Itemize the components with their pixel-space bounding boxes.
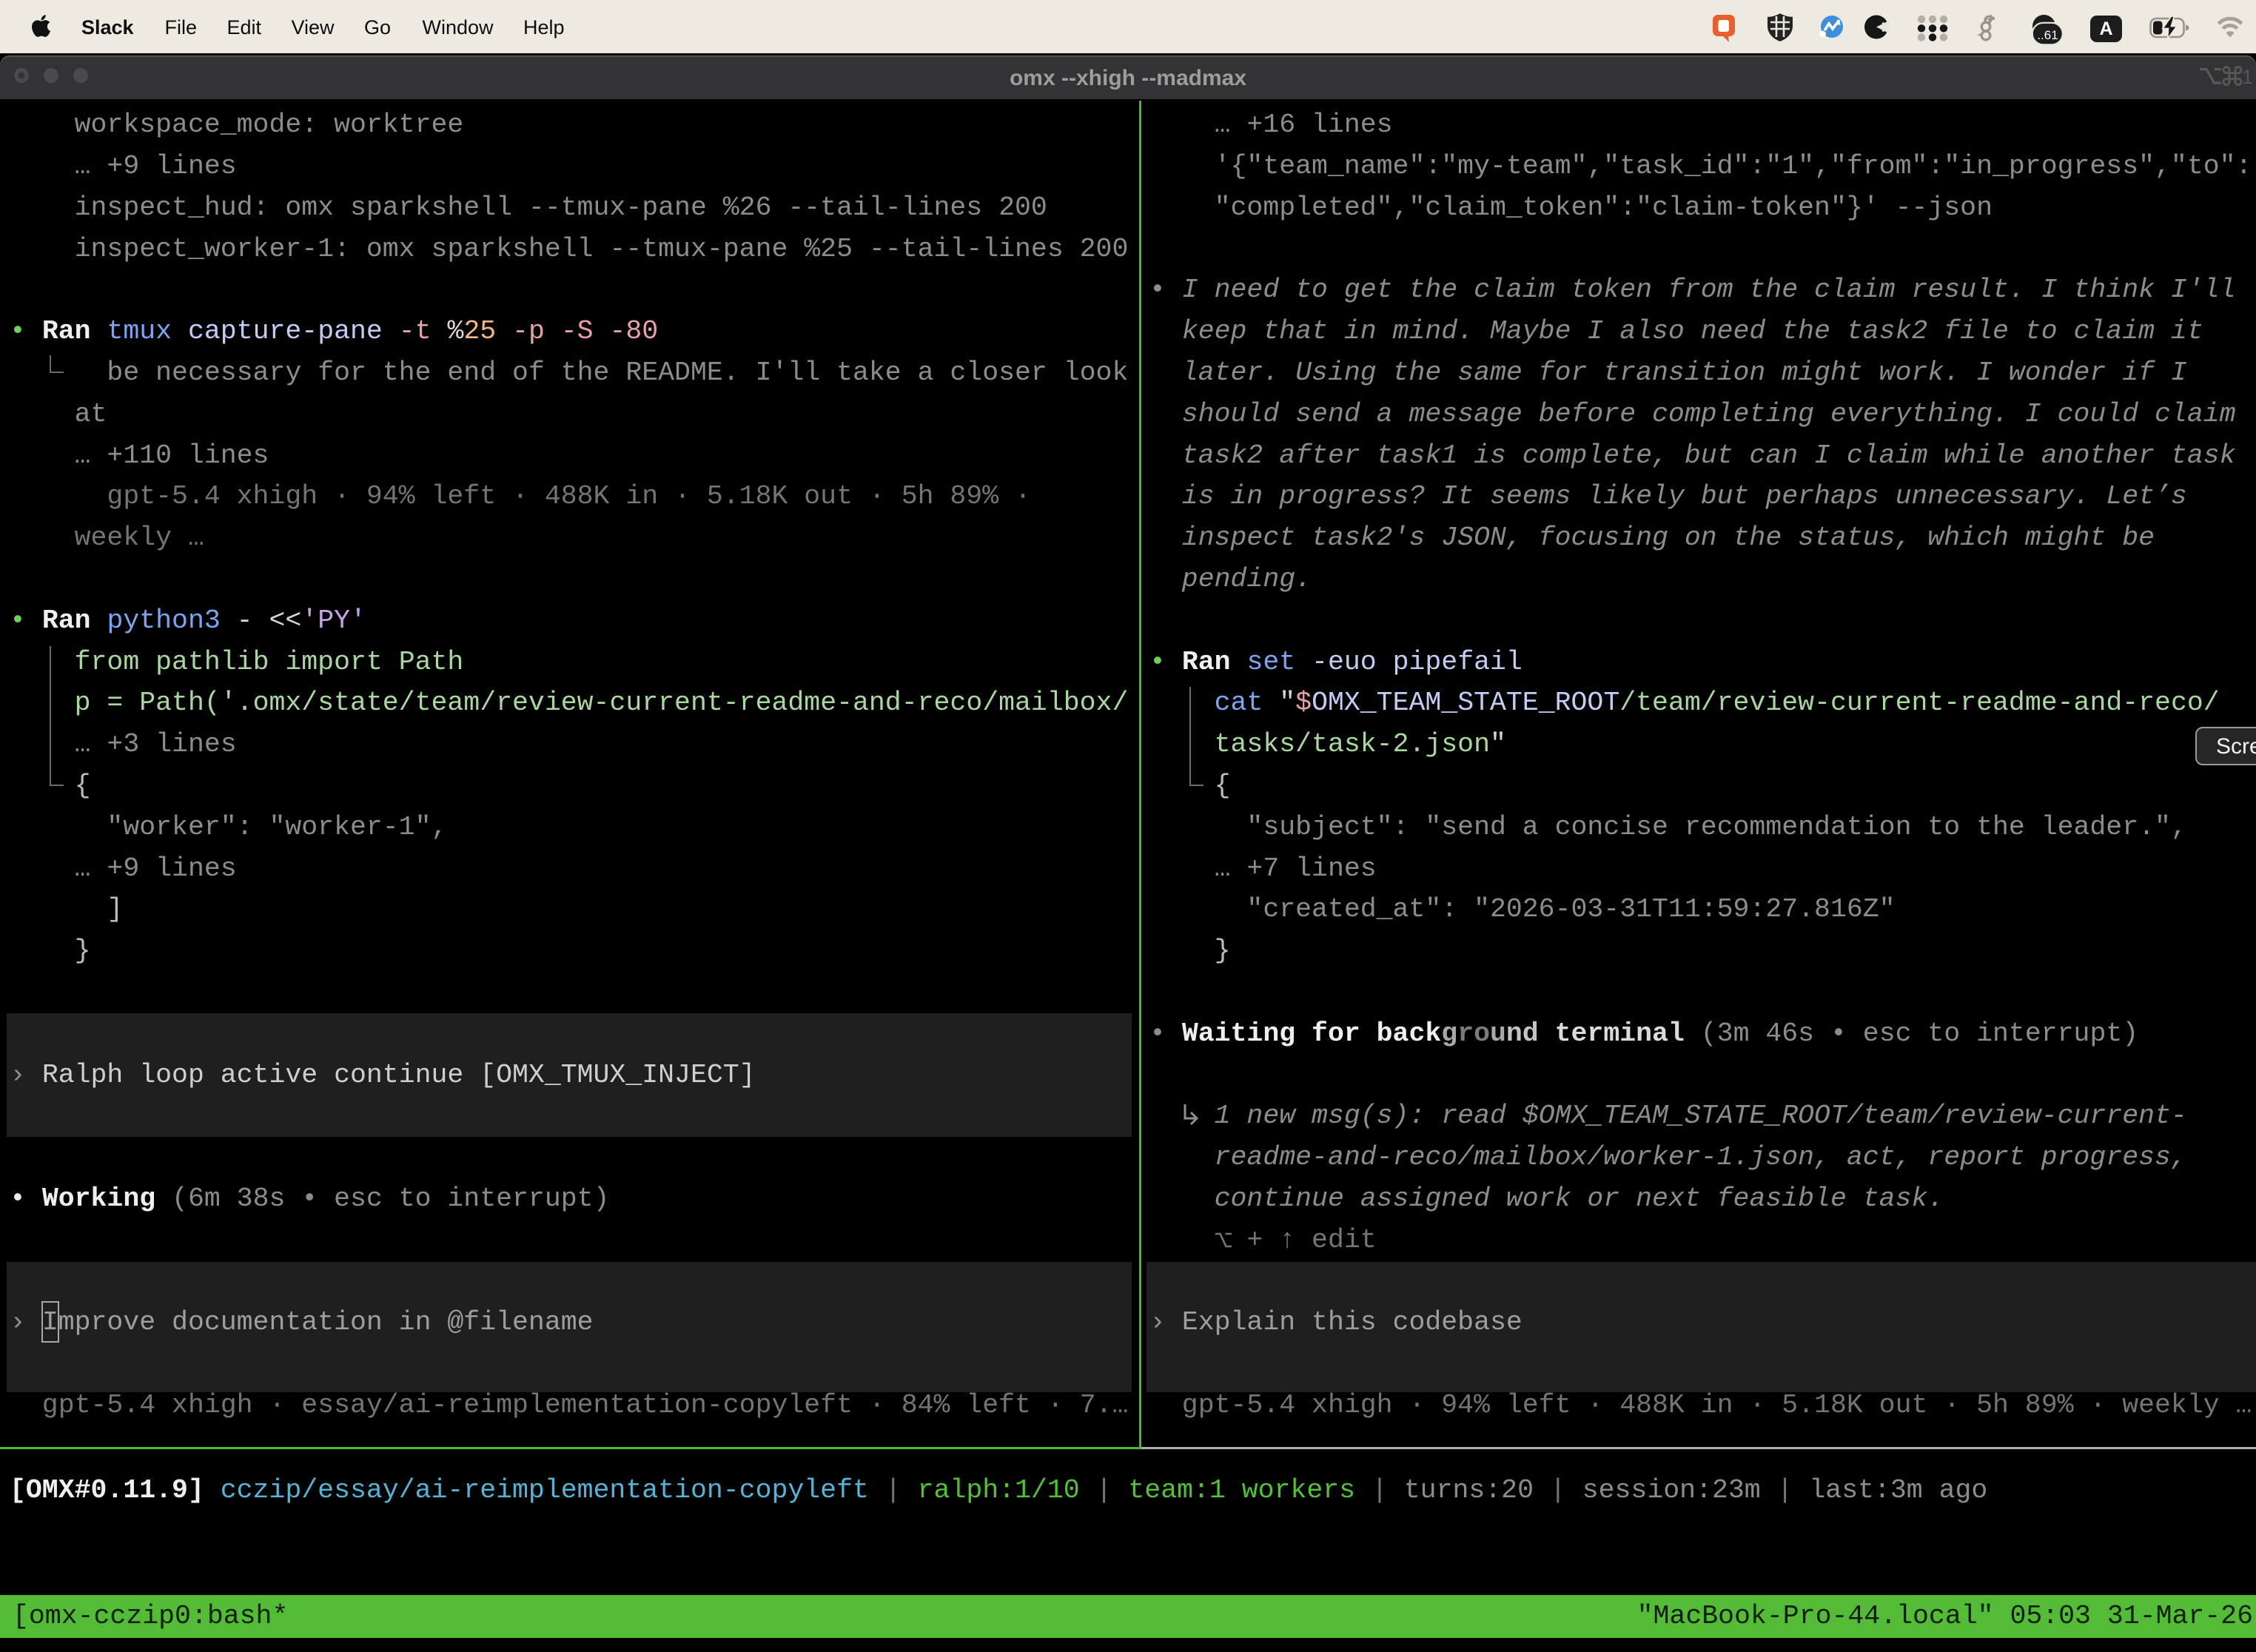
svg-text:..61: ..61 [2037, 28, 2058, 42]
svg-text:1: 1 [2242, 66, 2253, 88]
